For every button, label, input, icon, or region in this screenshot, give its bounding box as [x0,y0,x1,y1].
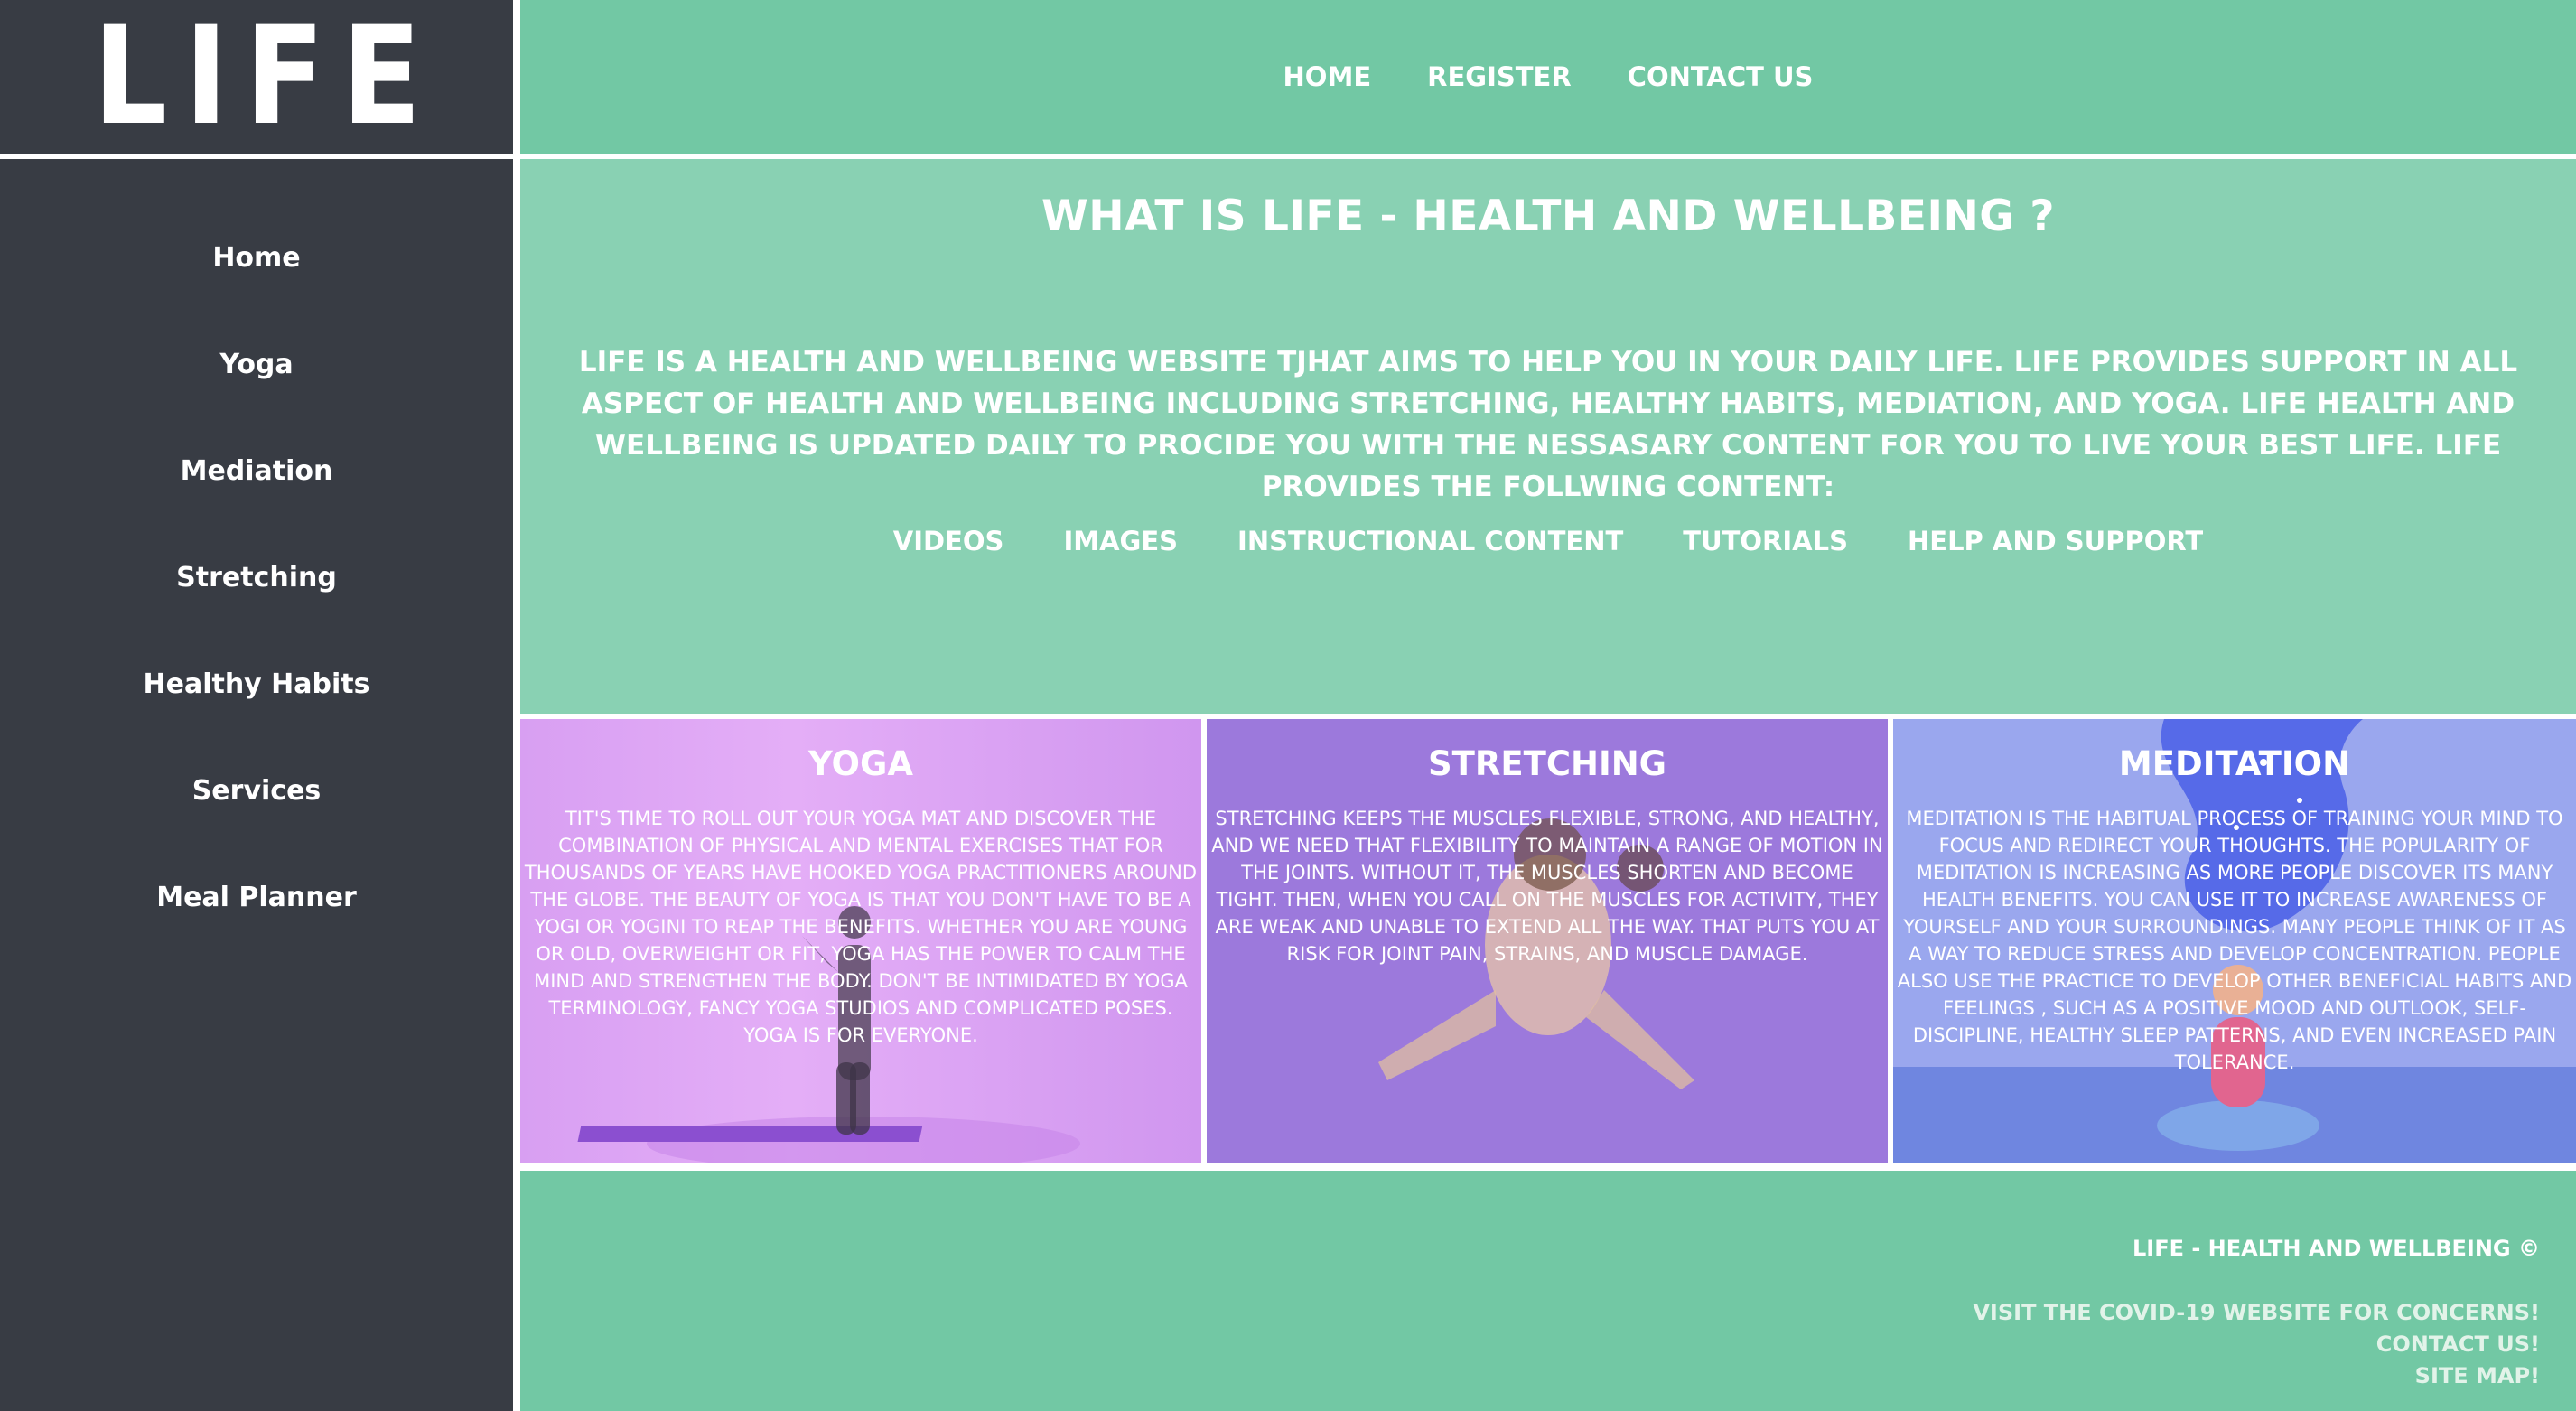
sidebar-item-meal-planner[interactable]: Meal Planner [0,882,513,988]
sidebar-item-services[interactable]: Services [0,775,513,882]
footer: LIFE - HEALTH AND WELLBEING © VISIT THE … [520,1171,2576,1411]
footer-link-contact[interactable]: CONTACT US! [1973,1329,2540,1360]
page-title: WHAT IS LIFE - HEALTH AND WELLBEING ? [1041,192,2056,241]
sidebar-item-healthy-habits[interactable]: Healthy Habits [0,668,513,775]
copyright-text: LIFE - HEALTH AND WELLBEING © [2132,1236,2540,1261]
content-link-instructional[interactable]: INSTRUCTIONAL CONTENT [1237,526,1623,556]
stretching-card-title: STRETCHING [1427,744,1667,783]
sidebar-item-stretching[interactable]: Stretching [0,562,513,668]
content-links: VIDEOS IMAGES INSTRUCTIONAL CONTENT TUTO… [520,526,2576,556]
content-link-tutorials[interactable]: TUTORIALS [1683,526,1848,556]
footer-link-covid[interactable]: VISIT THE COVID-19 WEBSITE FOR CONCERNS! [1973,1297,2540,1329]
content-link-help-support[interactable]: HELP AND SUPPORT [1908,526,2203,556]
topnav-register-link[interactable]: REGISTER [1427,61,1572,92]
intro-section: WHAT IS LIFE - HEALTH AND WELLBEING ? LI… [520,159,2576,714]
sidebar-item-mediation[interactable]: Mediation [0,455,513,562]
stretching-card-text: STRETCHING KEEPS THE MUSCLES FLEXIBLE, S… [1211,808,1883,965]
footer-link-sitemap[interactable]: SITE MAP! [1973,1360,2540,1392]
content-link-videos[interactable]: VIDEOS [893,526,1004,556]
topnav-contact-link[interactable]: CONTACT US [1628,61,1814,92]
footer-links: VISIT THE COVID-19 WEBSITE FOR CONCERNS!… [1973,1297,2540,1392]
meditation-card[interactable]: MEDITATION MEDITATION IS THE HABITUAL PR… [1893,719,2576,1163]
sidebar-menu: Home Yoga Mediation Stretching Healthy H… [0,159,513,988]
sidebar-item-home[interactable]: Home [0,242,513,349]
stretching-card[interactable]: STRETCHING STRETCHING KEEPS THE MUSCLES … [1207,719,1888,1163]
yoga-card-title: YOGA [808,744,913,783]
site-logo[interactable]: LIFE [93,9,438,145]
topnav-home-link[interactable]: HOME [1283,61,1372,92]
yoga-card-text: TIT'S TIME TO ROLL OUT YOUR YOGA MAT AND… [524,808,1198,1046]
logo-panel: LIFE [0,0,513,154]
intro-paragraph: LIFE IS A HEALTH AND WELLBEING WEBSITE T… [578,346,2518,503]
sidebar-item-yoga[interactable]: Yoga [0,349,513,455]
yoga-card[interactable]: YOGA TIT'S TIME TO ROLL OUT YOUR YOGA MA… [520,719,1201,1163]
meditation-card-text: MEDITATION IS THE HABITUAL PROCESS OF TR… [1897,808,2572,1073]
content-link-images[interactable]: IMAGES [1063,526,1178,556]
sidebar: Home Yoga Mediation Stretching Healthy H… [0,159,513,1411]
top-nav: HOME REGISTER CONTACT US [520,0,2576,154]
meditation-card-title: MEDITATION [2118,744,2351,783]
